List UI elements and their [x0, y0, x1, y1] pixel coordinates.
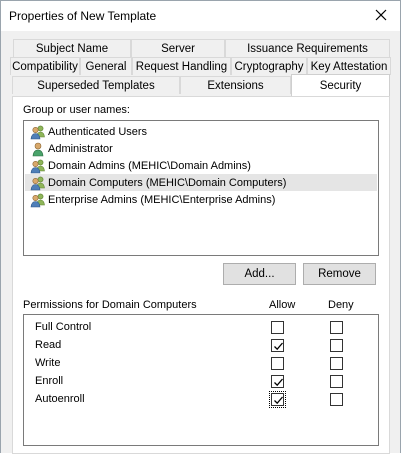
user-name: Domain Admins (MEHIC\Domain Admins)	[48, 159, 251, 172]
tab-label: Superseded Templates	[37, 79, 155, 92]
deny-checkbox[interactable]	[330, 357, 343, 370]
tab-security[interactable]: Security	[291, 74, 390, 96]
tab-extensions[interactable]: Extensions	[180, 76, 291, 94]
list-item[interactable]: Administrator	[25, 140, 377, 157]
tab-cryptography[interactable]: Cryptography	[231, 57, 307, 75]
tab-general[interactable]: General	[80, 57, 132, 75]
properties-dialog: Properties of New Template Subject Name …	[0, 0, 401, 454]
allow-checkbox[interactable]	[271, 321, 284, 334]
allow-checkbox[interactable]	[271, 339, 284, 352]
permission-name: Full Control	[35, 321, 92, 333]
tab-server[interactable]: Server	[131, 39, 225, 57]
allow-checkbox[interactable]	[271, 375, 284, 388]
close-icon	[375, 9, 387, 24]
permissions-list: Full Control Read Write Enroll Autoenroll	[23, 314, 379, 446]
user-name: Authenticated Users	[48, 125, 148, 138]
tab-key-attestation[interactable]: Key Attestation	[307, 57, 391, 75]
deny-checkbox[interactable]	[330, 393, 343, 406]
close-button[interactable]	[364, 1, 398, 31]
permission-name: Write	[35, 357, 61, 369]
permission-name: Enroll	[35, 375, 64, 387]
allow-checkbox[interactable]	[271, 357, 284, 370]
allow-checkbox[interactable]	[269, 391, 286, 408]
tab-issuance-requirements[interactable]: Issuance Requirements	[225, 39, 390, 57]
list-item[interactable]: Authenticated Users	[25, 123, 377, 140]
permission-name: Read	[35, 339, 62, 351]
permission-row: Read	[24, 337, 378, 355]
tab-label: Issuance Requirements	[247, 42, 368, 55]
user-icon	[30, 141, 46, 157]
tab-subject-name[interactable]: Subject Name	[13, 39, 131, 57]
user-name: Administrator	[48, 142, 113, 155]
user-group-icon	[30, 124, 46, 140]
list-item[interactable]: Enterprise Admins (MEHIC\Enterprise Admi…	[25, 191, 377, 208]
remove-button-label: Remove	[318, 268, 361, 280]
add-button[interactable]: Add...	[223, 263, 296, 285]
tab-label: Key Attestation	[310, 60, 388, 73]
deny-checkbox[interactable]	[330, 321, 343, 334]
list-item[interactable]: Domain Computers (MEHIC\Domain Computers…	[25, 174, 377, 191]
tab-label: General	[85, 60, 127, 73]
deny-column-header: Deny	[328, 299, 354, 311]
tab-label: Compatibility	[12, 60, 78, 73]
tab-label: Security	[319, 79, 362, 92]
permission-row: Autoenroll	[24, 391, 378, 409]
user-group-icon	[30, 158, 46, 174]
deny-checkbox[interactable]	[330, 339, 343, 352]
tab-compatibility[interactable]: Compatibility	[10, 57, 80, 75]
tab-request-handling[interactable]: Request Handling	[132, 57, 231, 75]
user-name: Enterprise Admins (MEHIC\Enterprise Admi…	[48, 193, 276, 206]
user-group-icon	[30, 192, 46, 208]
allow-column-header: Allow	[269, 299, 296, 311]
permission-row: Full Control	[24, 319, 378, 337]
tab-label: Subject Name	[35, 42, 109, 55]
permission-row: Write	[24, 355, 378, 373]
tab-label: Extensions	[207, 79, 264, 92]
user-name: Domain Computers (MEHIC\Domain Computers…	[48, 176, 287, 189]
user-group-icon	[30, 175, 46, 191]
permissions-label: Permissions for Domain Computers	[23, 299, 197, 311]
tab-superseded-templates[interactable]: Superseded Templates	[12, 76, 180, 94]
list-item[interactable]: Domain Admins (MEHIC\Domain Admins)	[25, 157, 377, 174]
title-bar: Properties of New Template	[1, 1, 400, 31]
tab-label: Request Handling	[135, 60, 228, 73]
permission-name: Autoenroll	[35, 393, 85, 405]
add-button-label: Add...	[244, 268, 275, 280]
users-listbox[interactable]: Authenticated Users Administrator Domain A…	[23, 120, 379, 256]
window-title: Properties of New Template	[9, 9, 157, 23]
tab-label: Cryptography	[234, 60, 304, 73]
remove-button[interactable]: Remove	[303, 263, 376, 285]
deny-checkbox[interactable]	[330, 375, 343, 388]
permission-row: Enroll	[24, 373, 378, 391]
tab-label: Server	[161, 42, 195, 55]
group-or-user-names-label: Group or user names:	[23, 104, 130, 116]
